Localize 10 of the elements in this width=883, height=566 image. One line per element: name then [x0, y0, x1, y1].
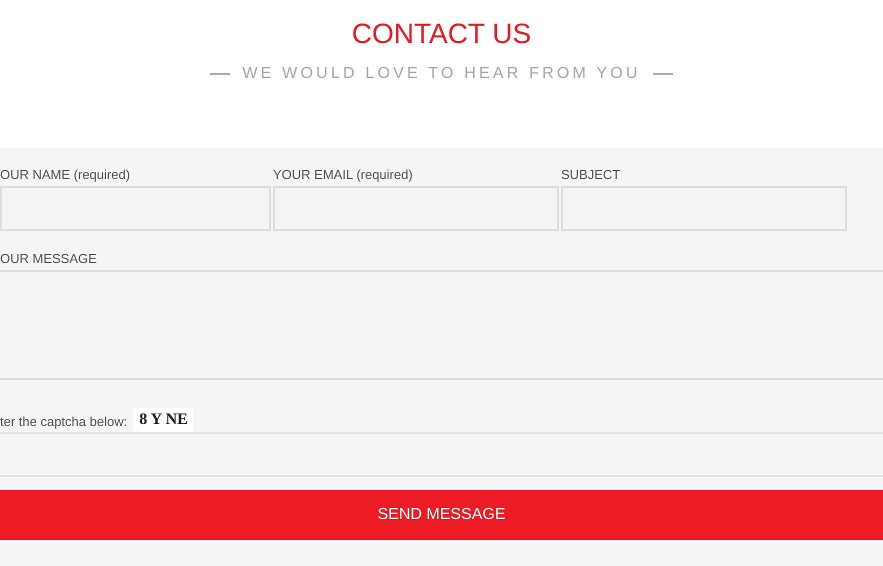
field-label: OUR NAME (required): [0, 167, 132, 183]
field-label: OUR MESSAGE: [0, 251, 98, 267]
captcha-field[interactable]: [0, 432, 883, 477]
captcha-code: 8 Y NE: [133, 408, 194, 432]
page-subtitle: WE WOULD LOVE TO HEAR FROM YOU: [242, 64, 641, 84]
field-label: SUBJECT: [561, 167, 622, 183]
field-label: YOUR EMAIL (required): [273, 167, 414, 183]
send-message-button[interactable]: SEND MESSAGE: [0, 490, 883, 540]
page-title: CONTACT US: [352, 17, 532, 51]
captcha-label: ter the captcha below:: [0, 414, 128, 430]
